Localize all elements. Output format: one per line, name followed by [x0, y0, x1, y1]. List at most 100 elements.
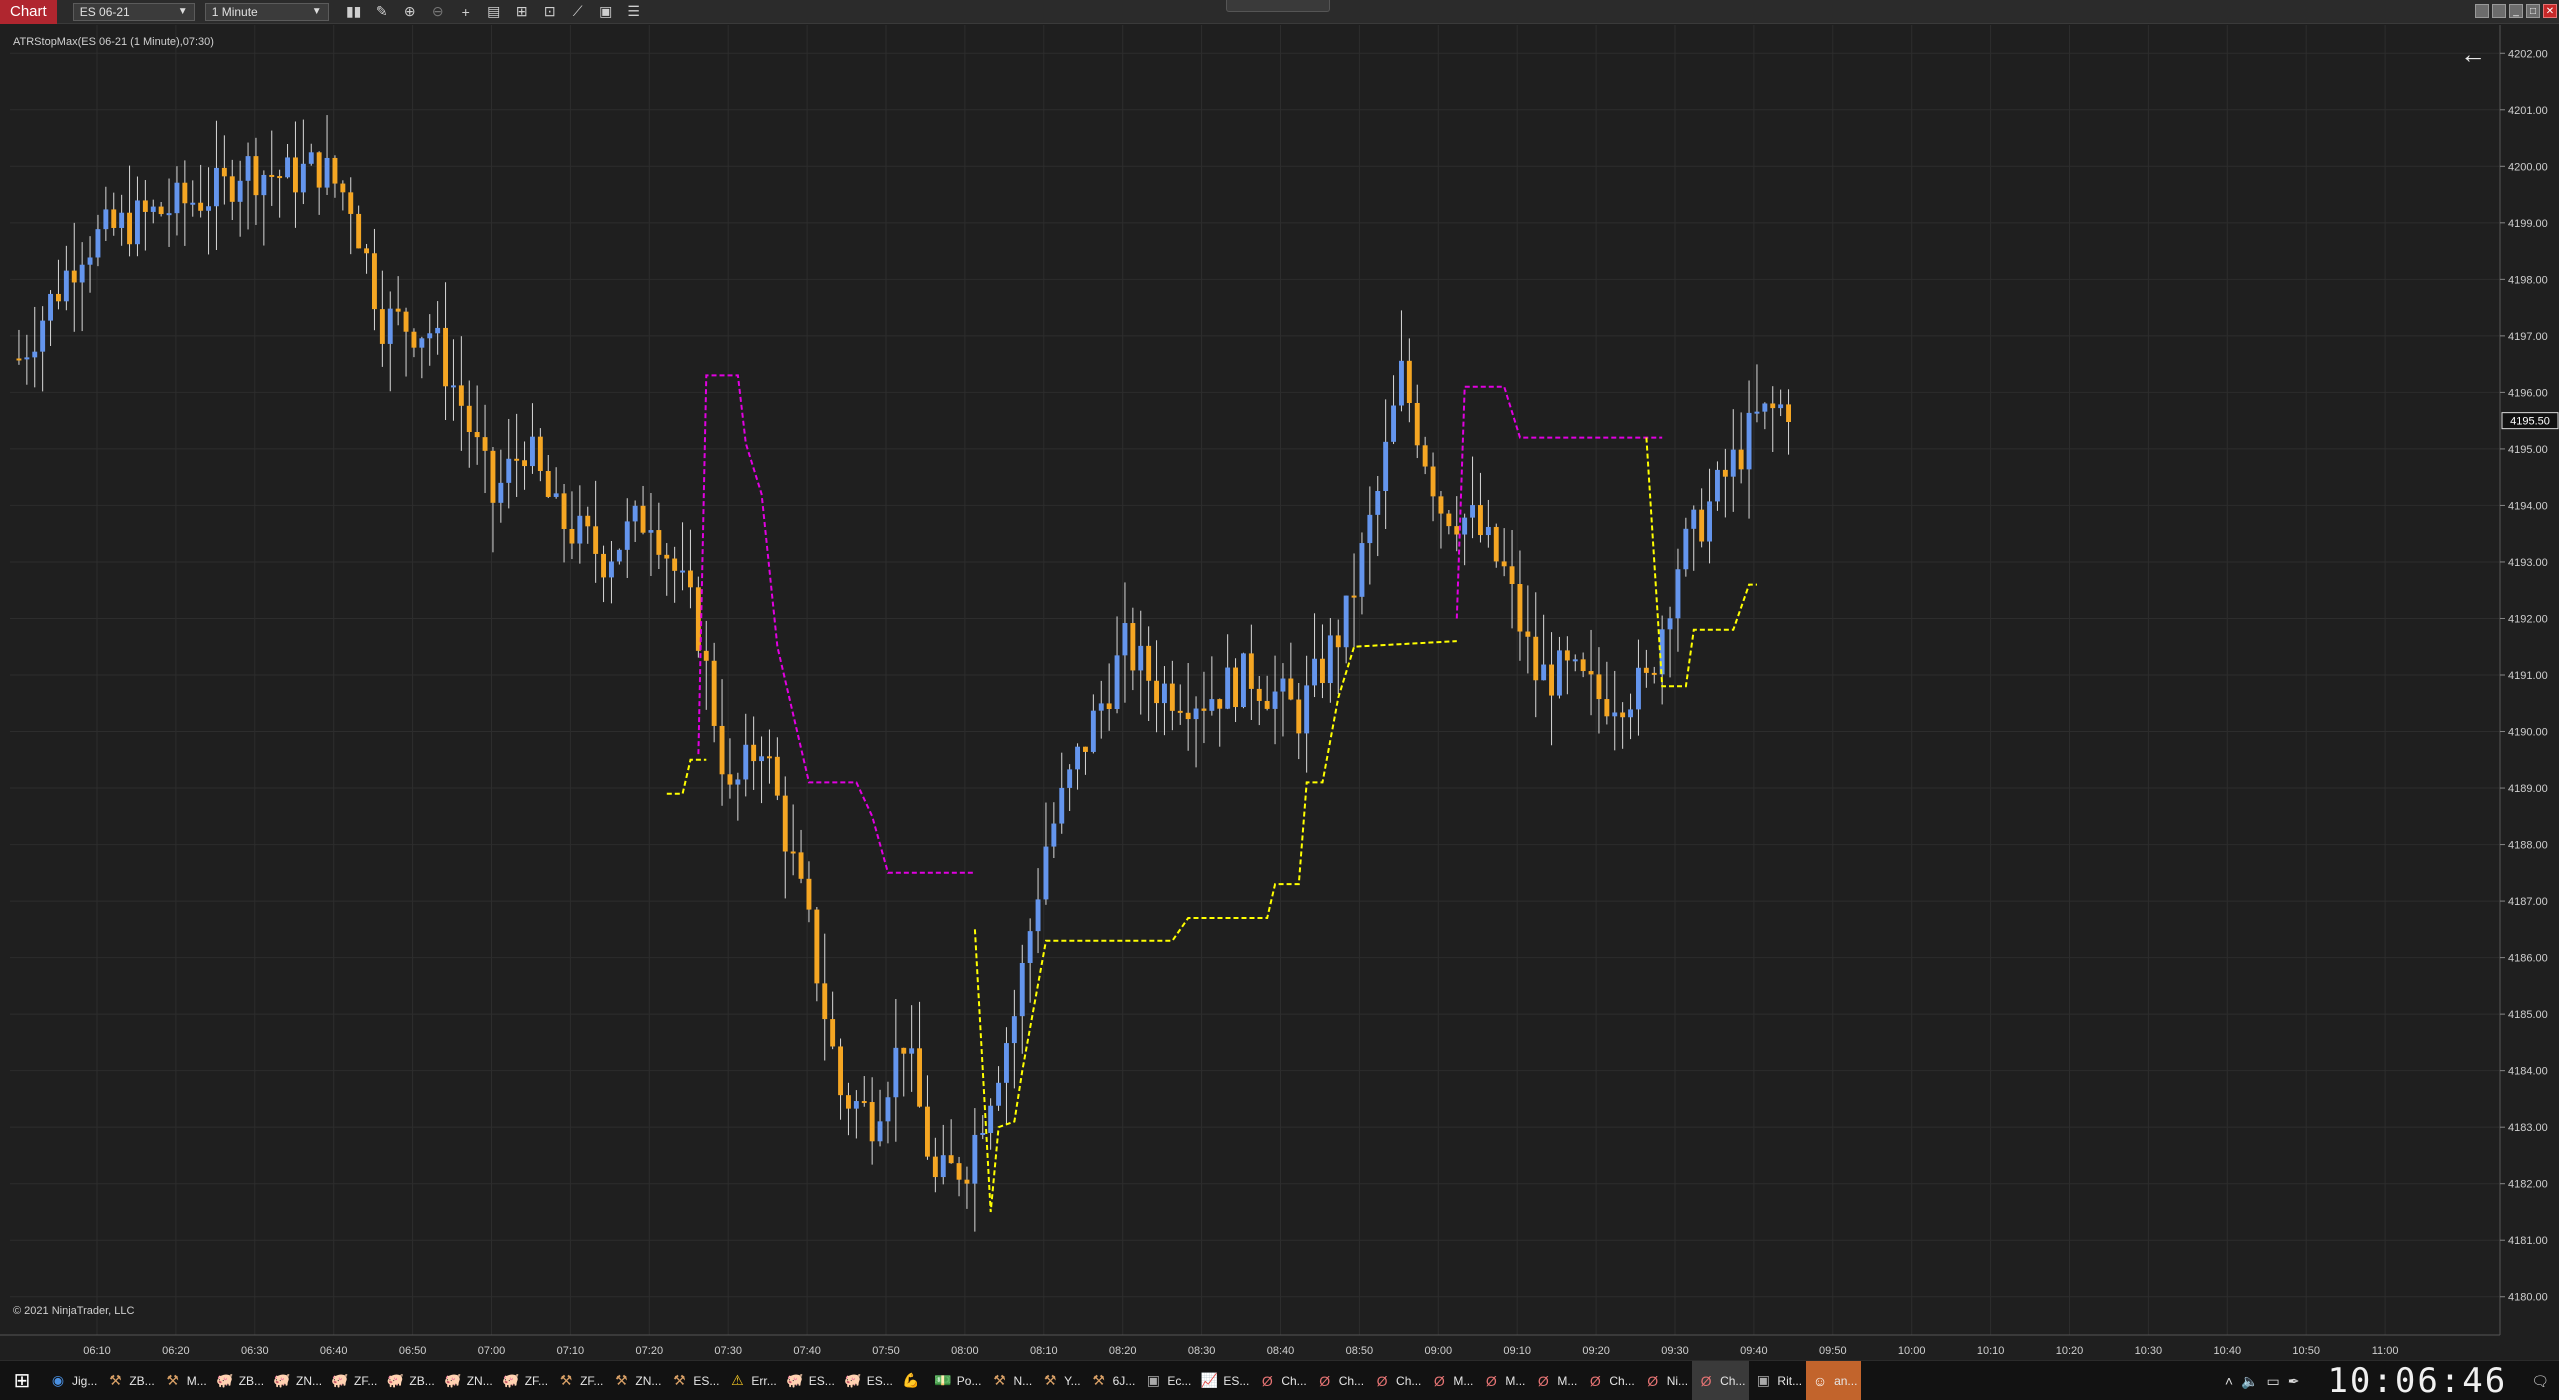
- time-tick-label: 09:00: [1425, 1345, 1453, 1357]
- candle-up: [1667, 618, 1673, 630]
- candle-up: [174, 182, 180, 214]
- taskbar-item[interactable]: ⚒ Y...: [1036, 1361, 1084, 1400]
- data-box-icon[interactable]: ▤: [483, 2, 505, 22]
- taskbar-item-label: Po...: [956, 1373, 982, 1388]
- taskbar-item-label: Ec...: [1167, 1373, 1192, 1388]
- price-tick-label: 4190.00: [2508, 727, 2548, 739]
- candle-down: [111, 209, 117, 228]
- taskbar-item[interactable]: ⚠ Err...: [723, 1361, 780, 1400]
- candle-up: [1304, 685, 1310, 734]
- taskbar-item[interactable]: 🐖 ES...: [781, 1361, 839, 1400]
- taskbar-item[interactable]: 💪: [897, 1361, 929, 1400]
- screenshot-icon[interactable]: ⊡: [539, 2, 561, 22]
- candle-up: [1707, 501, 1712, 542]
- taskbar-item[interactable]: 🐖 ZF...: [326, 1361, 381, 1400]
- candle-down: [1493, 526, 1499, 562]
- taskbar-item-label: ZF...: [354, 1373, 378, 1388]
- taskbar-item[interactable]: ☺ an...: [1806, 1360, 1862, 1400]
- gavel-icon: ⚒: [673, 1372, 686, 1388]
- taskbar-item[interactable]: Ø Ch...: [1368, 1361, 1425, 1400]
- candle-down: [846, 1095, 851, 1109]
- notifications-icon[interactable]: 🗨: [2531, 1373, 2549, 1390]
- taskbar-item[interactable]: ⚒ ZB...: [101, 1361, 158, 1400]
- candle-down: [1533, 636, 1539, 681]
- candle-up: [1122, 623, 1128, 656]
- taskbar-item[interactable]: ⚒ M...: [159, 1361, 211, 1400]
- candle-up: [285, 157, 290, 178]
- time-tick-label: 09:30: [1661, 1345, 1689, 1357]
- taskbar-item[interactable]: 🐖 ZN...: [439, 1361, 497, 1400]
- candle-up: [1138, 645, 1144, 671]
- taskbar-item[interactable]: 🐖 ZB...: [381, 1361, 438, 1400]
- taskbar-item[interactable]: 🐖 ZN...: [268, 1361, 326, 1400]
- taskbar-item[interactable]: Ø Ch...: [1581, 1361, 1638, 1400]
- candle-up: [300, 163, 306, 193]
- interval-selector[interactable]: 1 Minute ▼: [204, 2, 329, 21]
- candle-down: [1351, 595, 1357, 598]
- candle-up: [885, 1097, 891, 1122]
- taskbar-item[interactable]: 🐖 ZF...: [497, 1361, 552, 1400]
- taskbar-item[interactable]: ⚒ ZN...: [607, 1361, 665, 1400]
- maximize-icon[interactable]: □: [2526, 4, 2540, 18]
- tile-icon[interactable]: [2475, 4, 2489, 18]
- candle-up: [1572, 659, 1578, 662]
- bar-style-icon[interactable]: ▮▮: [343, 2, 365, 22]
- taskbar-item[interactable]: 📈 ES...: [1195, 1361, 1253, 1400]
- minimize-icon[interactable]: _: [2509, 4, 2523, 18]
- candle-up: [609, 561, 614, 578]
- instrument-selector[interactable]: ES 06-21 ▼: [72, 2, 195, 21]
- taskbar-item[interactable]: 🐖 ES...: [839, 1361, 897, 1400]
- candle-up: [1778, 404, 1784, 409]
- window-drag-grip[interactable]: [1226, 0, 1330, 12]
- taskbar-item[interactable]: Ø M...: [1529, 1361, 1581, 1400]
- taskbar-item[interactable]: ▣ Rit...: [1749, 1361, 1806, 1400]
- crosshair-icon[interactable]: +: [455, 2, 477, 22]
- windows-taskbar: ⊞ ◉ Jig... ⚒ ZB... ⚒ M... 🐖 ZB... 🐖 ZN... 🐖 ZF... 🐖 Z…: [0, 1360, 2559, 1400]
- taskbar-item[interactable]: Ø M...: [1425, 1361, 1477, 1400]
- close-icon[interactable]: ✕: [2543, 4, 2557, 18]
- taskbar-item[interactable]: 💵 Po...: [929, 1361, 986, 1400]
- candle-up: [1683, 528, 1689, 570]
- network-icon[interactable]: ▭: [2266, 1373, 2279, 1390]
- candle-down: [403, 311, 409, 332]
- properties-icon[interactable]: ▣: [595, 2, 617, 22]
- taskbar-item[interactable]: Ø Ch...: [1692, 1360, 1750, 1400]
- chevron-up-icon[interactable]: ˄: [2225, 1373, 2233, 1389]
- taskbar-item[interactable]: ⚒ ES...: [665, 1361, 723, 1400]
- chart-style-icon[interactable]: ⊞: [511, 2, 533, 22]
- taskbar-item[interactable]: Ø M...: [1477, 1361, 1529, 1400]
- price-tick-label: 4187.00: [2508, 896, 2548, 908]
- gavel-icon: ⚒: [109, 1372, 122, 1388]
- tile-alt-icon[interactable]: [2492, 4, 2506, 18]
- taskbar-item[interactable]: ⚒ N...: [985, 1361, 1036, 1400]
- back-arrow-icon[interactable]: ←: [2460, 39, 2486, 70]
- draw-pencil-icon[interactable]: ✎: [371, 2, 393, 22]
- taskbar-item[interactable]: 🐖 ZB...: [211, 1361, 268, 1400]
- taskbar-item[interactable]: Ø Ni...: [1639, 1361, 1692, 1400]
- taskbar-item[interactable]: ◉ Jig...: [44, 1361, 101, 1400]
- price-chart[interactable]: 4180.00 4181.00 4182.00 4183.00 4184.00 4185.…: [0, 25, 2559, 1360]
- list-icon[interactable]: ☰: [623, 2, 645, 22]
- candle-down: [514, 458, 520, 461]
- pen-icon[interactable]: ✒: [2288, 1373, 2300, 1390]
- zoom-out-icon[interactable]: ⊖: [427, 2, 449, 22]
- time-tick-label: 10:30: [2135, 1345, 2163, 1357]
- taskbar-item[interactable]: Ø Ch...: [1311, 1361, 1368, 1400]
- candle-down: [719, 725, 725, 775]
- candle-up: [1730, 449, 1736, 477]
- price-tick-label: 4199.00: [2508, 218, 2548, 230]
- windows-start-icon[interactable]: ⊞: [0, 1361, 44, 1400]
- taskbar-item[interactable]: ▣ Ec...: [1139, 1361, 1195, 1400]
- taskbar-item[interactable]: ⚒ ZF...: [552, 1361, 607, 1400]
- chart-window-tab[interactable]: Chart: [0, 0, 57, 24]
- chart-panel[interactable]: 4180.00 4181.00 4182.00 4183.00 4184.00 4185.…: [0, 25, 2559, 1360]
- taskbar-item[interactable]: Ø Ch...: [1253, 1361, 1310, 1400]
- price-tick-label: 4189.00: [2508, 783, 2548, 795]
- strategy-icon[interactable]: ⟋: [567, 2, 589, 22]
- taskbar-item[interactable]: ⚒ 6J...: [1085, 1361, 1140, 1400]
- taskbar-clock[interactable]: 10:06:46: [2327, 1361, 2507, 1400]
- candle-up: [553, 493, 559, 497]
- pig-icon: 🐖: [786, 1372, 804, 1388]
- volume-icon[interactable]: 🔈: [2241, 1373, 2258, 1390]
- zoom-in-icon[interactable]: ⊕: [399, 2, 421, 22]
